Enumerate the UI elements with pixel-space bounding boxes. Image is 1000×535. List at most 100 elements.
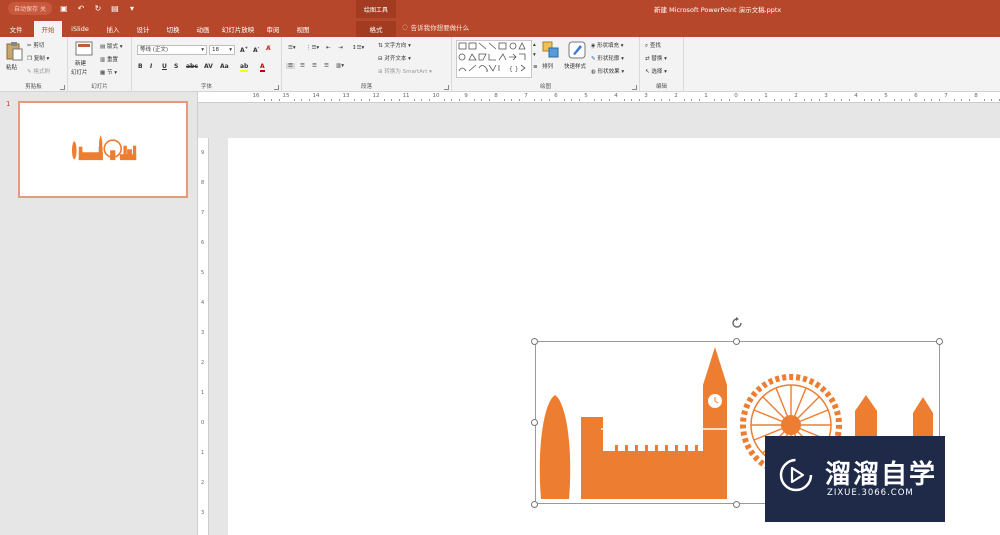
tab-animations[interactable]: 动画	[190, 21, 216, 37]
ruler-tick-label: 8	[201, 180, 205, 186]
paste-button[interactable]: 粘贴	[4, 41, 24, 73]
tab-slideshow[interactable]: 幻灯片放映	[220, 21, 256, 37]
highlight-icon[interactable]: ab	[240, 63, 249, 72]
resize-handle-bottom-left[interactable]	[531, 501, 538, 508]
italic-icon[interactable]: I	[150, 63, 152, 70]
text-direction-icon: ⇅	[378, 43, 383, 49]
ruler-tick-label: 6	[914, 93, 918, 99]
convert-smartart-button[interactable]: ⊞ 转换为 SmartArt ▾	[378, 67, 432, 75]
customize-qat-icon[interactable]: ▾	[127, 4, 137, 14]
quick-access-toolbar: 自动保存 关 ▣ ↶ ↻ ▤ ▾	[8, 2, 137, 15]
drawing-group-label: 绘图	[539, 84, 551, 90]
strikethrough-icon[interactable]: abc	[186, 63, 198, 70]
shapes-gallery[interactable]: { }	[456, 40, 532, 78]
ruler-tick-mark	[991, 99, 992, 101]
arrange-button[interactable]: 排列	[540, 41, 562, 79]
cursor-icon: ↖	[645, 69, 650, 75]
tab-transitions[interactable]: 切换	[160, 21, 186, 37]
ruler-tick-mark	[511, 99, 512, 101]
font-color-icon[interactable]: A	[260, 63, 265, 72]
gallery-scroll-up-icon[interactable]: ▴	[533, 42, 536, 48]
resize-handle-top-right[interactable]	[936, 338, 943, 345]
slide-thumbnail[interactable]	[18, 101, 188, 198]
redo-icon[interactable]: ↻	[93, 4, 103, 14]
shape-effects-button[interactable]: ◍ 形状效果 ▾	[591, 67, 624, 75]
new-slide-button[interactable]: 新建 幻灯片	[71, 41, 96, 77]
change-case-icon[interactable]: Aa	[220, 63, 229, 70]
font-name-value: 等线 (正文)	[140, 47, 169, 53]
shape-fill-button[interactable]: ◈ 形状填充 ▾	[591, 41, 624, 49]
find-button[interactable]: ⌕ 查找	[645, 41, 661, 50]
align-right-icon[interactable]: ☰	[312, 63, 317, 69]
new-slide-icon	[75, 41, 93, 56]
reset-button[interactable]: ▥ 重置	[100, 55, 118, 63]
ruler-tick-label: 4	[201, 300, 205, 306]
format-painter-label: 格式刷	[33, 69, 50, 75]
align-text-button[interactable]: ⊟ 对齐文本 ▾	[378, 54, 411, 62]
line-spacing-icon[interactable]: ↕☰▾	[352, 45, 364, 51]
drawing-launcher-icon[interactable]	[632, 85, 637, 90]
numbering-icon[interactable]: ⋮☰▾	[306, 45, 319, 51]
shape-outline-button[interactable]: ✎ 形状轮廓 ▾	[591, 54, 624, 62]
ruler-tick-mark	[353, 99, 355, 101]
ruler-tick-mark	[481, 99, 482, 101]
autosave-toggle[interactable]: 自动保存 关	[8, 2, 52, 15]
rotate-handle-icon[interactable]	[730, 316, 744, 330]
section-button[interactable]: ▦ 节 ▾	[100, 68, 117, 76]
bold-icon[interactable]: B	[138, 63, 143, 70]
ruler-tick-mark	[548, 99, 550, 101]
ruler-tick-mark	[541, 99, 542, 101]
tab-format[interactable]: 格式	[356, 21, 396, 37]
columns-icon[interactable]: ▥▾	[336, 63, 344, 69]
increase-indent-icon[interactable]: ⇥	[338, 45, 343, 51]
chevron-down-icon: ▾	[201, 47, 204, 53]
tab-view[interactable]: 视图	[290, 21, 316, 37]
text-direction-button[interactable]: ⇅ 文字方向 ▾	[378, 41, 411, 49]
clipboard-launcher-icon[interactable]	[60, 85, 65, 90]
ruler-tick-mark	[721, 99, 722, 101]
save-icon[interactable]: ▣	[59, 4, 69, 14]
shrink-font-icon[interactable]: A-	[253, 45, 259, 54]
undo-icon[interactable]: ↶	[76, 4, 86, 14]
clear-format-icon[interactable]: A̸	[266, 45, 271, 52]
format-painter-button[interactable]: ✎ 格式刷	[27, 67, 50, 75]
select-button[interactable]: ↖ 选择 ▾	[645, 67, 667, 75]
resize-handle-left[interactable]	[531, 419, 538, 426]
font-size-combo[interactable]: 18 ▾	[209, 45, 235, 55]
gallery-more-icon[interactable]: ≡	[533, 64, 538, 70]
resize-handle-bottom[interactable]	[733, 501, 740, 508]
ruler-tick-label: 0	[201, 420, 205, 426]
bullets-icon[interactable]: ☰▾	[288, 45, 296, 51]
font-launcher-icon[interactable]	[274, 85, 279, 90]
shadow-icon[interactable]: S	[174, 63, 178, 70]
cut-button[interactable]: ✂ 剪切	[27, 41, 44, 49]
decrease-indent-icon[interactable]: ⇤	[326, 45, 331, 51]
quick-styles-label: 快速样式	[564, 64, 587, 70]
replace-button[interactable]: ⇄ 替换 ▾	[645, 54, 667, 62]
align-center-icon[interactable]: ☰	[300, 63, 305, 69]
resize-handle-top[interactable]	[733, 338, 740, 345]
ruler-tick-mark	[998, 99, 1000, 101]
gallery-scroll-down-icon[interactable]: ▾	[533, 52, 536, 58]
justify-icon[interactable]: ☰	[324, 63, 329, 69]
tab-design[interactable]: 设计	[130, 21, 156, 37]
layout-button[interactable]: ▤ 版式 ▾	[100, 42, 122, 50]
tab-review[interactable]: 审阅	[260, 21, 286, 37]
grow-font-icon[interactable]: A+	[240, 45, 248, 54]
copy-button[interactable]: ❐ 复制 ▾	[27, 54, 49, 62]
present-icon[interactable]: ▤	[110, 4, 120, 14]
resize-handle-top-left[interactable]	[531, 338, 538, 345]
paragraph-launcher-icon[interactable]	[444, 85, 449, 90]
tell-me-box[interactable]: ◌ 告诉我你想要做什么	[402, 22, 469, 32]
reset-icon: ▥	[100, 57, 106, 63]
font-name-combo[interactable]: 等线 (正文) ▾	[137, 45, 207, 55]
tab-islide[interactable]: iSlide	[66, 21, 94, 37]
quick-styles-button[interactable]: 快速样式	[564, 41, 590, 79]
align-left-icon[interactable]: ☰	[286, 63, 295, 69]
tab-home[interactable]: 开始	[34, 21, 62, 37]
underline-icon[interactable]: U	[162, 63, 167, 70]
tab-insert[interactable]: 插入	[100, 21, 126, 37]
smartart-label: 转换为 SmartArt	[384, 69, 428, 75]
tab-file[interactable]: 文件	[4, 21, 28, 37]
spacing-icon[interactable]: AV	[204, 63, 213, 70]
